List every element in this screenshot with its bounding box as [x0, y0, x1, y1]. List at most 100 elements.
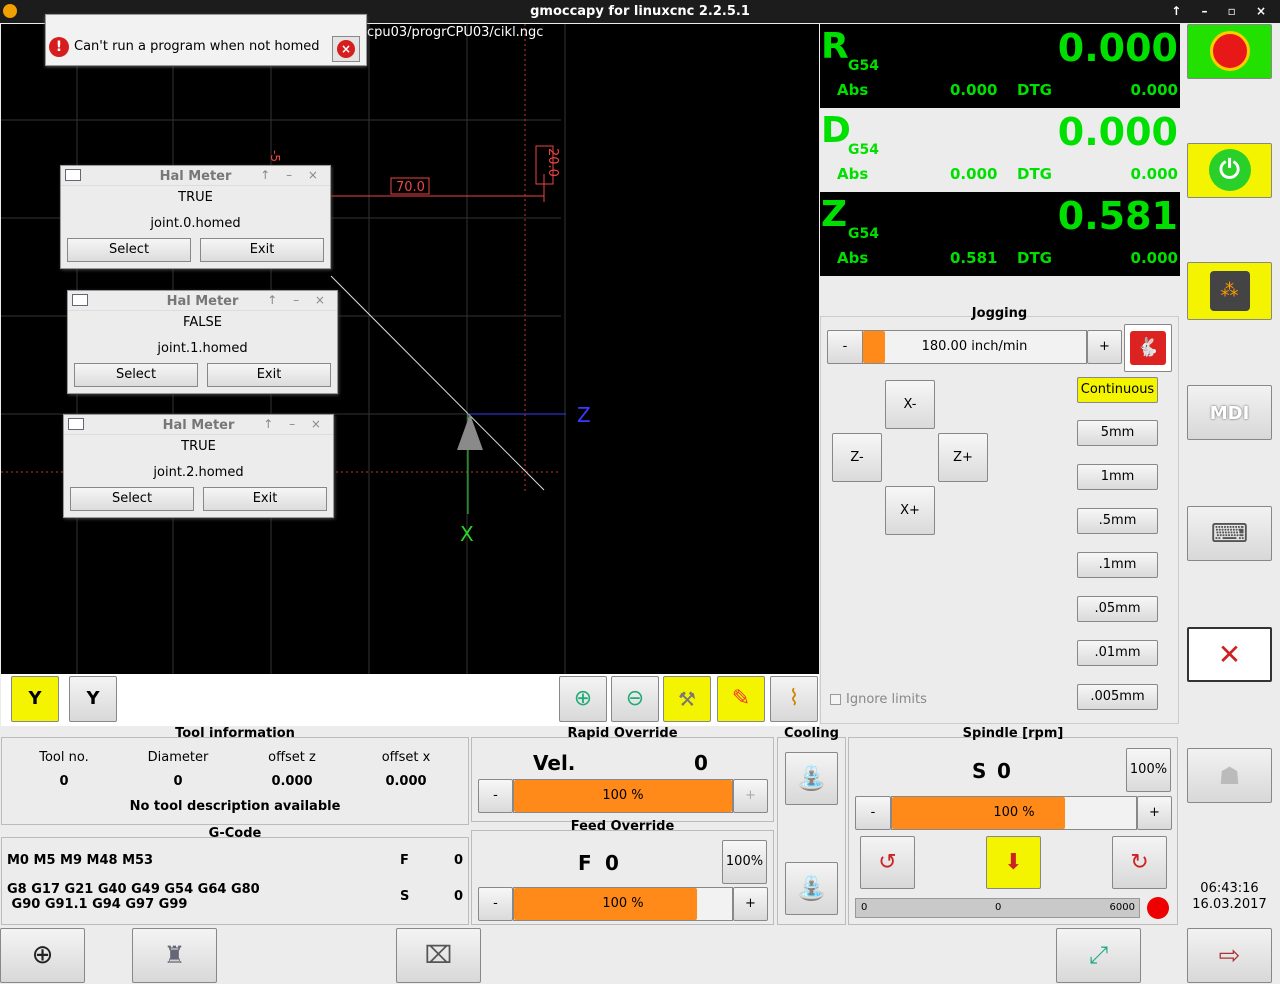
- spindle-minus-button[interactable]: -: [855, 796, 891, 830]
- fullscreen-icon: ⤢: [1088, 941, 1109, 969]
- zero-offsets-button[interactable]: ♜: [132, 928, 217, 983]
- close-error-button[interactable]: ×: [332, 36, 360, 62]
- view-y2-button[interactable]: Y: [69, 676, 117, 722]
- spindle-override-slider[interactable]: 100 %: [891, 796, 1137, 830]
- increment-5mm[interactable]: 5mm: [1077, 420, 1158, 446]
- spindle-stop-button[interactable]: ⬇: [986, 836, 1041, 889]
- spindle-ccw-button[interactable]: ↺: [860, 836, 915, 889]
- increment-0-05mm[interactable]: .05mm: [1077, 596, 1158, 622]
- window-controls[interactable]: ↑ – ×: [260, 168, 324, 182]
- turtle-rabbit-button[interactable]: 🐇: [1124, 324, 1172, 372]
- mist-button[interactable]: ⛲: [785, 862, 838, 915]
- select-button[interactable]: Select: [74, 363, 198, 387]
- select-button[interactable]: Select: [70, 487, 194, 511]
- mdi-icon: MDI: [1209, 403, 1250, 424]
- select-button[interactable]: Select: [67, 238, 191, 262]
- tool-description: No tool description available: [129, 799, 341, 814]
- show-path-button[interactable]: ✎: [717, 676, 765, 722]
- feed-plus-button[interactable]: +: [733, 887, 768, 921]
- spindle-title: Spindle [rpm]: [962, 726, 1064, 741]
- dro-row-d[interactable]: D G54 0.000 Abs 0.000 DTG 0.000: [820, 108, 1180, 192]
- dro-row-r[interactable]: R G54 0.000 Abs 0.000 DTG 0.000: [820, 24, 1180, 108]
- zoom-in-button[interactable]: ⊕: [559, 676, 607, 722]
- increment-0-1mm[interactable]: .1mm: [1077, 552, 1158, 578]
- close-icon: ×: [337, 40, 355, 58]
- exit-button[interactable]: Exit: [203, 487, 327, 511]
- jog-z-plus-button[interactable]: Z+: [938, 433, 988, 482]
- feed-minus-button[interactable]: -: [478, 887, 513, 921]
- jog-speed-minus[interactable]: -: [827, 330, 863, 364]
- feed-reset-button[interactable]: 100%: [722, 840, 767, 884]
- window-controls[interactable]: ↑ – ×: [263, 417, 327, 431]
- mist-tap-icon: ⛲: [796, 874, 827, 902]
- spindle-plus-button[interactable]: +: [1137, 796, 1172, 830]
- flood-button[interactable]: ⛲: [785, 752, 838, 805]
- measure-button[interactable]: ⚒: [663, 676, 711, 722]
- increment-1mm[interactable]: 1mm: [1077, 464, 1158, 490]
- spindle-reset-button[interactable]: 100%: [1126, 748, 1171, 792]
- jog-speed-slider[interactable]: 180.00 inch/min: [862, 330, 1087, 364]
- ignore-limits-label: Ignore limits: [846, 692, 927, 707]
- tool-change-button[interactable]: ⌧: [396, 928, 481, 983]
- broom-icon: ⌇: [788, 686, 800, 711]
- user-icon: ☗: [1218, 762, 1241, 790]
- spindle-ccw-icon: ↺: [878, 850, 897, 875]
- jog-x-plus-button[interactable]: X+: [885, 486, 935, 535]
- error-message: Can't run a program when not homed: [74, 39, 320, 54]
- increment-0-01mm[interactable]: .01mm: [1077, 640, 1158, 666]
- exit-button[interactable]: ⇨: [1187, 928, 1272, 983]
- window-controls[interactable]: ↑ – ▫ ×: [1171, 0, 1274, 23]
- error-icon: !: [49, 37, 69, 57]
- hal-meter-titlebar[interactable]: Hal Meter ↑ – ×: [68, 291, 337, 311]
- hal-meter-value: TRUE: [178, 190, 213, 205]
- exit-button[interactable]: Exit: [200, 238, 324, 262]
- rapid-minus-button[interactable]: -: [478, 779, 513, 813]
- dro-row-z[interactable]: Z G54 0.581 Abs 0.581 DTG 0.000: [820, 192, 1180, 276]
- jog-z-minus-button[interactable]: Z-: [832, 433, 882, 482]
- z-axis-label: Z: [577, 403, 591, 427]
- increment-continuous[interactable]: Continuous: [1077, 377, 1158, 403]
- increment-0-005mm[interactable]: .005mm: [1077, 684, 1158, 710]
- axis-value: 0.000: [1057, 26, 1178, 70]
- offset-label: G54: [848, 226, 879, 242]
- zoom-out-button[interactable]: ⊖: [611, 676, 659, 722]
- vel-label: Vel.: [533, 751, 576, 775]
- power-button[interactable]: ⏻: [1187, 143, 1272, 198]
- ignore-limits-checkbox[interactable]: [830, 694, 841, 705]
- view-y-button[interactable]: Y: [11, 676, 59, 722]
- clock-date: 16.03.2017: [1192, 897, 1267, 912]
- settings-button[interactable]: ✕: [1187, 627, 1272, 682]
- hal-meter-titlebar[interactable]: Hal Meter ↑ – ×: [61, 166, 330, 186]
- touch-off-button[interactable]: ⊕: [0, 928, 85, 983]
- clear-plot-button[interactable]: ⌇: [770, 676, 818, 722]
- jog-speed-plus[interactable]: +: [1087, 330, 1122, 364]
- manual-mode-button[interactable]: ⁂: [1187, 262, 1272, 320]
- auto-mode-button[interactable]: ⌨: [1187, 506, 1272, 561]
- rapid-plus-button[interactable]: +: [733, 779, 768, 813]
- app-icon: [3, 4, 17, 18]
- feed-override-slider[interactable]: 100 %: [513, 887, 733, 921]
- window-controls[interactable]: ↑ – ×: [267, 293, 331, 307]
- vel-value: 0: [694, 751, 708, 775]
- rapid-override-slider[interactable]: 100 %: [513, 779, 733, 813]
- jog-x-minus-button[interactable]: X-: [885, 380, 935, 429]
- x-axis-label: X: [460, 522, 474, 546]
- dtg-value: 0.000: [1130, 165, 1178, 183]
- user-tabs-button[interactable]: ☗: [1187, 748, 1272, 803]
- increment-0-5mm[interactable]: .5mm: [1077, 508, 1158, 534]
- exit-button[interactable]: Exit: [207, 363, 331, 387]
- fullscreen-button[interactable]: ⤢: [1056, 928, 1141, 983]
- hal-meter-value: TRUE: [181, 439, 216, 454]
- spindle-cw-button[interactable]: ↻: [1112, 836, 1167, 889]
- dro-panel: R G54 0.000 Abs 0.000 DTG 0.000 D G54 0.…: [820, 24, 1180, 276]
- hal-meter-window: Hal Meter ↑ – × FALSE joint.1.homed Selec…: [67, 290, 338, 394]
- rapid-override-title: Rapid Override: [567, 726, 678, 741]
- mdi-mode-button[interactable]: MDI: [1187, 385, 1272, 440]
- spindle-override-percent: 100 %: [993, 805, 1035, 820]
- hal-meter-titlebar[interactable]: Hal Meter ↑ – ×: [64, 415, 333, 435]
- abs-value: 0.000: [950, 165, 998, 183]
- error-notification: ! Can't run a program when not homed ×: [45, 14, 367, 66]
- feed-f-value: 0: [605, 851, 619, 875]
- estop-button[interactable]: [1187, 24, 1272, 79]
- active-gcodes-2: G90 G91.1 G94 G97 G99: [7, 897, 188, 912]
